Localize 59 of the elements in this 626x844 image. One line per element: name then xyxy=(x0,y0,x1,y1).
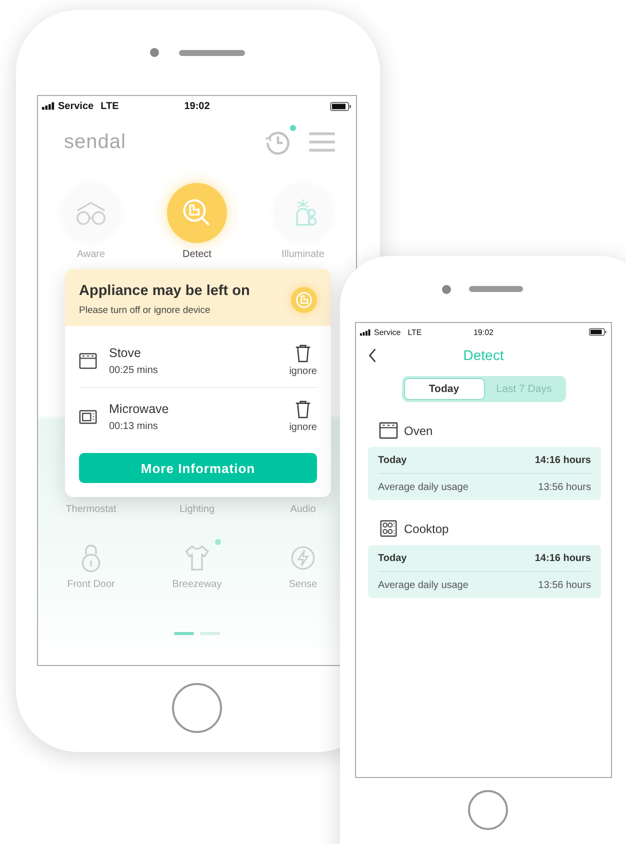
menu-icon[interactable] xyxy=(308,131,336,153)
oven-icon xyxy=(79,352,97,370)
usage-label: Today xyxy=(378,552,407,564)
network-type: LTE xyxy=(100,100,119,112)
shirt-icon xyxy=(183,543,211,573)
camera-dot xyxy=(150,48,158,57)
usage-label: Today xyxy=(378,454,407,466)
category-label: Aware xyxy=(76,249,106,260)
status-time: 19:02 xyxy=(472,328,494,336)
usage-label: Average daily usage xyxy=(378,580,468,590)
alert-title: Appliance may be left on xyxy=(79,283,250,299)
oven-icon xyxy=(379,422,398,439)
speaker-slot xyxy=(469,286,523,292)
ignore-button[interactable]: ignore xyxy=(289,400,317,433)
home-button[interactable] xyxy=(172,683,222,733)
carrier-name: Service xyxy=(58,100,94,112)
speaker-slot xyxy=(178,50,244,56)
category-label: Detect xyxy=(182,249,212,260)
device-duration: 00:25 mins xyxy=(109,364,159,376)
camera-dot xyxy=(442,284,451,294)
appliance-name: Cooktop xyxy=(404,522,449,536)
ignore-button[interactable]: ignore xyxy=(289,344,317,377)
appliance-name: Oven xyxy=(404,424,433,438)
usage-value: 14:16 hours xyxy=(534,454,591,466)
battery-icon xyxy=(588,328,607,336)
carrier-name: Service xyxy=(374,328,401,336)
status-time: 19:02 xyxy=(183,100,211,112)
cooktop-icon xyxy=(379,520,398,537)
alert-subtitle: Please turn off or ignore device xyxy=(79,305,212,316)
category-label: Front Door xyxy=(67,579,115,590)
network-type: LTE xyxy=(408,328,422,336)
microwave-icon xyxy=(79,408,97,426)
category-label: Sense xyxy=(288,579,318,590)
usage-label: Average daily usage xyxy=(378,482,468,492)
back-icon[interactable] xyxy=(368,348,377,362)
screen-title: Detect xyxy=(463,347,504,363)
page-indicator[interactable] xyxy=(174,632,194,635)
app-logo: sendal xyxy=(64,130,126,154)
device-name: Stove xyxy=(109,346,142,360)
category-button[interactable] xyxy=(167,183,227,243)
trash-icon xyxy=(295,344,312,363)
usage-value: 13:56 hours xyxy=(538,580,591,590)
page-indicator[interactable] xyxy=(200,632,220,635)
device-duration: 00:13 mins xyxy=(109,420,159,432)
category-label: Thermostat xyxy=(66,504,116,515)
signal-icon xyxy=(42,102,55,110)
category-label: Breezeway xyxy=(172,579,222,590)
signal-icon xyxy=(360,328,371,336)
category-label: Illuminate xyxy=(282,249,324,260)
usage-value: 13:56 hours xyxy=(538,482,591,492)
category-label: Lighting xyxy=(179,504,215,515)
detect-badge-icon xyxy=(291,286,317,312)
battery-icon xyxy=(330,102,352,110)
category-label: Audio xyxy=(290,504,316,515)
home-button[interactable] xyxy=(468,790,508,830)
segment-tab[interactable]: Today xyxy=(404,378,484,400)
device-name: Microwave xyxy=(109,402,170,416)
usage-value: 14:16 hours xyxy=(534,552,591,564)
trash-icon xyxy=(295,400,312,419)
